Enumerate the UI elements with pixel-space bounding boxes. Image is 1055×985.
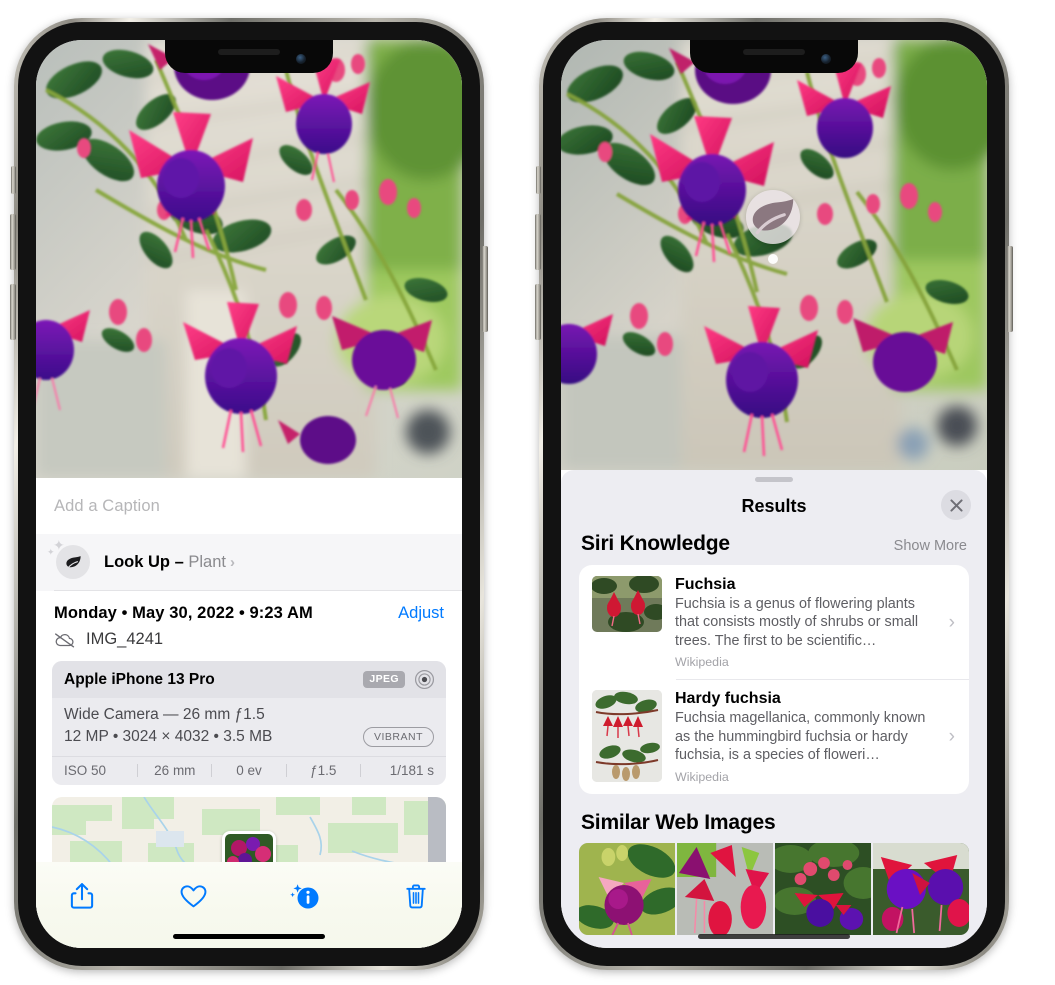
close-icon — [949, 498, 963, 512]
right-phone-device: Results Siri Knowledge Show More Fuchsia… — [535, 18, 1013, 970]
knowledge-title: Hardy fuchsia — [675, 690, 781, 708]
earpiece-speaker — [743, 49, 805, 55]
chevron-right-icon: › — [229, 553, 235, 571]
show-more-button[interactable]: Show More — [894, 538, 967, 554]
knowledge-description: Fuchsia is a genus of flowering plants t… — [675, 596, 919, 649]
volume-down-button[interactable] — [535, 284, 541, 340]
sparkle-small-icon: ✦ — [47, 547, 55, 557]
cloud-slash-icon — [55, 632, 75, 647]
camera-device-name: Apple iPhone 13 Pro — [64, 670, 215, 688]
results-sheet: Results Siri Knowledge Show More Fuchsia… — [561, 470, 987, 948]
look-up-label: Look Up – Plant › — [104, 553, 235, 572]
leaf-icon: ✦ ✦ — [47, 538, 90, 579]
location-map[interactable] — [52, 796, 446, 867]
share-icon — [70, 883, 94, 909]
visual-look-up-anchor-dot — [768, 254, 778, 264]
similar-web-images-header: Similar Web Images — [561, 794, 987, 843]
knowledge-description: Fuchsia magellanica, commonly known as t… — [675, 710, 926, 764]
photo-viewer[interactable] — [36, 40, 462, 478]
siri-knowledge-title: Siri Knowledge — [581, 532, 730, 555]
front-camera-icon — [821, 54, 831, 64]
exif-aperture: ƒ1.5 — [310, 762, 337, 778]
camera-card-body: Wide Camera — 26 mm ƒ1.5 12 MP • 3024 × … — [52, 698, 446, 756]
exif-row: ISO 50 26 mm 0 ev ƒ1.5 1/181 s — [52, 755, 446, 785]
web-image-thumbnail[interactable] — [775, 842, 871, 935]
leaf-icon — [752, 199, 794, 235]
mute-switch[interactable] — [536, 166, 541, 194]
left-phone-screen: Add a Caption ✦ ✦ Look Up – Plant › Mond… — [36, 40, 462, 948]
knowledge-thumbnail — [592, 690, 662, 783]
knowledge-title: Fuchsia — [675, 576, 736, 593]
info-sparkle-icon — [289, 884, 319, 909]
similar-web-images-strip[interactable] — [561, 842, 987, 935]
exif-exposure-value: 0 ev — [236, 762, 262, 778]
volume-up-button[interactable] — [10, 214, 16, 270]
knowledge-thumbnail — [592, 576, 662, 632]
favorite-button[interactable] — [173, 876, 213, 916]
exif-shutter-speed: 1/181 s — [389, 762, 435, 778]
camera-specs: 12 MP • 3024 × 4032 • 3.5 MB — [64, 727, 273, 745]
fuchsia-photo — [36, 40, 462, 478]
screenshot-stage: Add a Caption ✦ ✦ Look Up – Plant › Mond… — [0, 0, 1055, 985]
earpiece-speaker — [218, 49, 280, 55]
photo-info-sheet: Add a Caption ✦ ✦ Look Up – Plant › Mond… — [36, 478, 462, 948]
knowledge-result-row[interactable]: Hardy fuchsia Fuchsia magellanica, commo… — [579, 679, 969, 793]
mute-switch[interactable] — [11, 166, 16, 194]
look-up-separator: – — [174, 552, 184, 571]
left-phone-device: Add a Caption ✦ ✦ Look Up – Plant › Mond… — [10, 18, 488, 970]
notch — [165, 40, 333, 73]
exif-iso: ISO 50 — [64, 762, 107, 778]
home-indicator[interactable] — [173, 934, 325, 939]
trash-icon — [406, 884, 426, 908]
chevron-right-icon: › — [948, 611, 955, 633]
adjust-button[interactable]: Adjust — [398, 604, 444, 623]
web-image-thumbnail[interactable] — [579, 842, 675, 935]
siri-knowledge-card: Fuchsia Fuchsia is a genus of flowering … — [579, 565, 969, 794]
visual-look-up-badge[interactable] — [746, 190, 800, 244]
format-badge: JPEG — [363, 671, 405, 688]
share-button[interactable] — [62, 876, 102, 916]
web-image-thumbnail[interactable] — [677, 842, 773, 935]
results-header: Results — [561, 482, 987, 530]
caption-input[interactable]: Add a Caption — [54, 497, 160, 516]
photo-filename: IMG_4241 — [86, 630, 164, 648]
knowledge-source: Wikipedia — [675, 655, 729, 670]
power-button[interactable] — [1007, 246, 1013, 332]
look-up-subject: Plant — [188, 552, 226, 571]
camera-info-card[interactable]: Apple iPhone 13 Pro JPEG Wide Camera — 2… — [52, 661, 446, 785]
siri-knowledge-header: Siri Knowledge Show More — [561, 530, 987, 565]
heart-icon — [180, 884, 207, 907]
knowledge-source: Wikipedia — [675, 769, 729, 784]
knowledge-text: Hardy fuchsia Fuchsia magellanica, commo… — [675, 690, 936, 783]
info-button[interactable] — [285, 876, 325, 916]
close-button[interactable] — [941, 490, 971, 520]
front-camera-icon — [296, 54, 306, 64]
home-indicator[interactable] — [698, 934, 850, 939]
look-up-row[interactable]: ✦ ✦ Look Up – Plant › — [36, 534, 462, 591]
photo-viewer[interactable] — [561, 40, 987, 470]
metadata-block: Monday • May 30, 2022 • 9:23 AM Adjust I… — [36, 591, 462, 649]
power-button[interactable] — [482, 246, 488, 332]
results-title: Results — [741, 495, 807, 516]
caption-row[interactable]: Add a Caption — [36, 478, 462, 534]
knowledge-result-row[interactable]: Fuchsia Fuchsia is a genus of flowering … — [579, 565, 969, 679]
photo-date: Monday • May 30, 2022 • 9:23 AM — [54, 604, 313, 622]
photographic-style-badge: VIBRANT — [362, 727, 434, 747]
aperture-icon — [414, 669, 435, 690]
exif-focal-length: 26 mm — [154, 762, 196, 778]
camera-lens-info: Wide Camera — 26 mm ƒ1.5 — [64, 706, 265, 723]
camera-card-header: Apple iPhone 13 Pro JPEG — [52, 661, 446, 698]
volume-down-button[interactable] — [10, 284, 16, 340]
chevron-right-icon: › — [948, 725, 955, 747]
volume-up-button[interactable] — [535, 214, 541, 270]
notch — [690, 40, 858, 73]
right-phone-screen: Results Siri Knowledge Show More Fuchsia… — [561, 40, 987, 948]
look-up-title: Look Up — [104, 552, 170, 571]
knowledge-text: Fuchsia Fuchsia is a genus of flowering … — [675, 576, 936, 669]
delete-button[interactable] — [396, 876, 436, 916]
web-image-thumbnail[interactable] — [873, 842, 969, 935]
similar-web-images-title: Similar Web Images — [581, 810, 776, 834]
leaf-glyph — [65, 555, 81, 569]
